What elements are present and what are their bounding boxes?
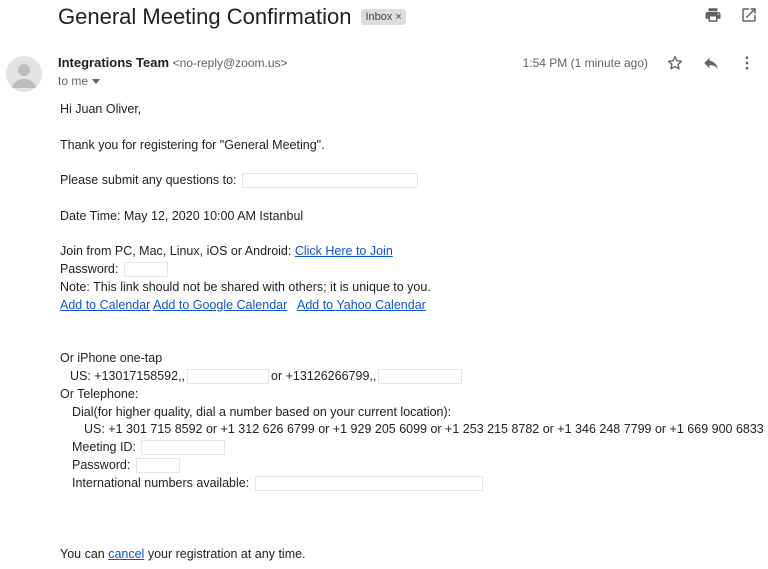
message-meta: 1:54 PM (1 minute ago) <box>523 54 756 72</box>
tel-password-line: Password: <box>60 457 764 475</box>
sender-name[interactable]: Integrations Team <box>58 55 169 70</box>
cancel-link[interactable]: cancel <box>108 547 144 561</box>
top-actions <box>704 6 758 24</box>
intl-numbers-label: International numbers available: <box>72 475 250 490</box>
onetap-code-redacted-1 <box>187 369 270 385</box>
add-to-google-calendar-link[interactable]: Add to Google Calendar <box>153 298 287 312</box>
sender-email: <no-reply@zoom.us> <box>172 56 288 70</box>
add-to-yahoo-calendar-link[interactable]: Add to Yahoo Calendar <box>297 298 426 312</box>
thanks-line: Thank you for registering for "General M… <box>60 137 325 152</box>
us-onetap-1: US: +13017158592,, <box>70 368 186 383</box>
onetap-code-redacted-2 <box>378 369 463 385</box>
note-line: Note: This link should not be shared wit… <box>60 279 431 294</box>
intl-numbers-link-redacted <box>254 475 483 491</box>
avatar-person-icon <box>6 56 42 92</box>
timestamp: 1:54 PM (1 minute ago) <box>522 56 648 70</box>
reply-icon[interactable] <box>702 54 720 72</box>
open-in-new-window-icon[interactable] <box>740 6 758 24</box>
questions-email-redacted <box>241 173 418 189</box>
join-link[interactable]: Click Here to Join <box>295 244 393 258</box>
us-numbers: US: +1 301 715 8592 or +1 312 626 6799 o… <box>84 422 764 437</box>
email-subject: General Meeting Confirmation <box>58 4 352 29</box>
inbox-label-text: Inbox <box>365 11 393 23</box>
telephone-label: Or Telephone: <box>60 386 139 401</box>
star-icon[interactable] <box>666 54 684 72</box>
iphone-label: Or iPhone one-tap <box>60 351 163 366</box>
meeting-id-line: Meeting ID: <box>60 439 764 457</box>
questions-label: Please submit any questions to: <box>60 173 237 188</box>
cancel-line: You can cancel your registration at any … <box>60 546 764 564</box>
us-onetap-line: US: +13017158592,, or +13126266799,, <box>60 368 764 386</box>
password-line: Password: <box>60 261 764 279</box>
us-onetap-2: or +13126266799,, <box>271 368 377 383</box>
print-icon[interactable] <box>704 6 722 24</box>
password-redacted <box>123 262 168 278</box>
join-line: Join from PC, Mac, Linux, iOS or Android… <box>60 243 764 261</box>
subject-row: General Meeting Confirmation Inbox × <box>58 2 406 32</box>
meeting-id-label: Meeting ID: <box>72 440 136 455</box>
tel-password-label: Password: <box>72 457 131 472</box>
recipient-toggle[interactable]: to me <box>58 74 101 88</box>
join-label: Join from PC, Mac, Linux, iOS or Android… <box>60 244 295 259</box>
password-label: Password: <box>60 262 119 277</box>
message-body: Hi Juan Oliver, Thank you for registerin… <box>60 101 764 564</box>
sender-row: Integrations Team <no-reply@zoom.us> <box>58 55 288 70</box>
calendar-links: Add to Calendar Add to Google Calendar A… <box>60 297 764 315</box>
greeting: Hi Juan Oliver, <box>60 102 142 116</box>
intl-numbers-line: International numbers available: <box>60 475 764 493</box>
inbox-label-badge: Inbox × <box>361 9 406 25</box>
chevron-down-icon <box>92 78 101 84</box>
add-to-calendar-link[interactable]: Add to Calendar <box>60 298 150 312</box>
date-time: Date Time: May 12, 2020 10:00 AM Istanbu… <box>60 208 304 223</box>
recipient-text: to me <box>58 74 89 88</box>
cancel-suffix: your registration at any time. <box>144 546 306 561</box>
tel-password-redacted <box>135 458 180 474</box>
remove-label-icon[interactable]: × <box>395 11 401 23</box>
dial-label: Dial(for higher quality, dial a number b… <box>72 404 452 419</box>
questions-line: Please submit any questions to: <box>60 172 764 190</box>
meeting-id-redacted <box>141 440 226 456</box>
more-vert-icon[interactable] <box>738 54 756 72</box>
cancel-prefix: You can <box>60 546 109 561</box>
